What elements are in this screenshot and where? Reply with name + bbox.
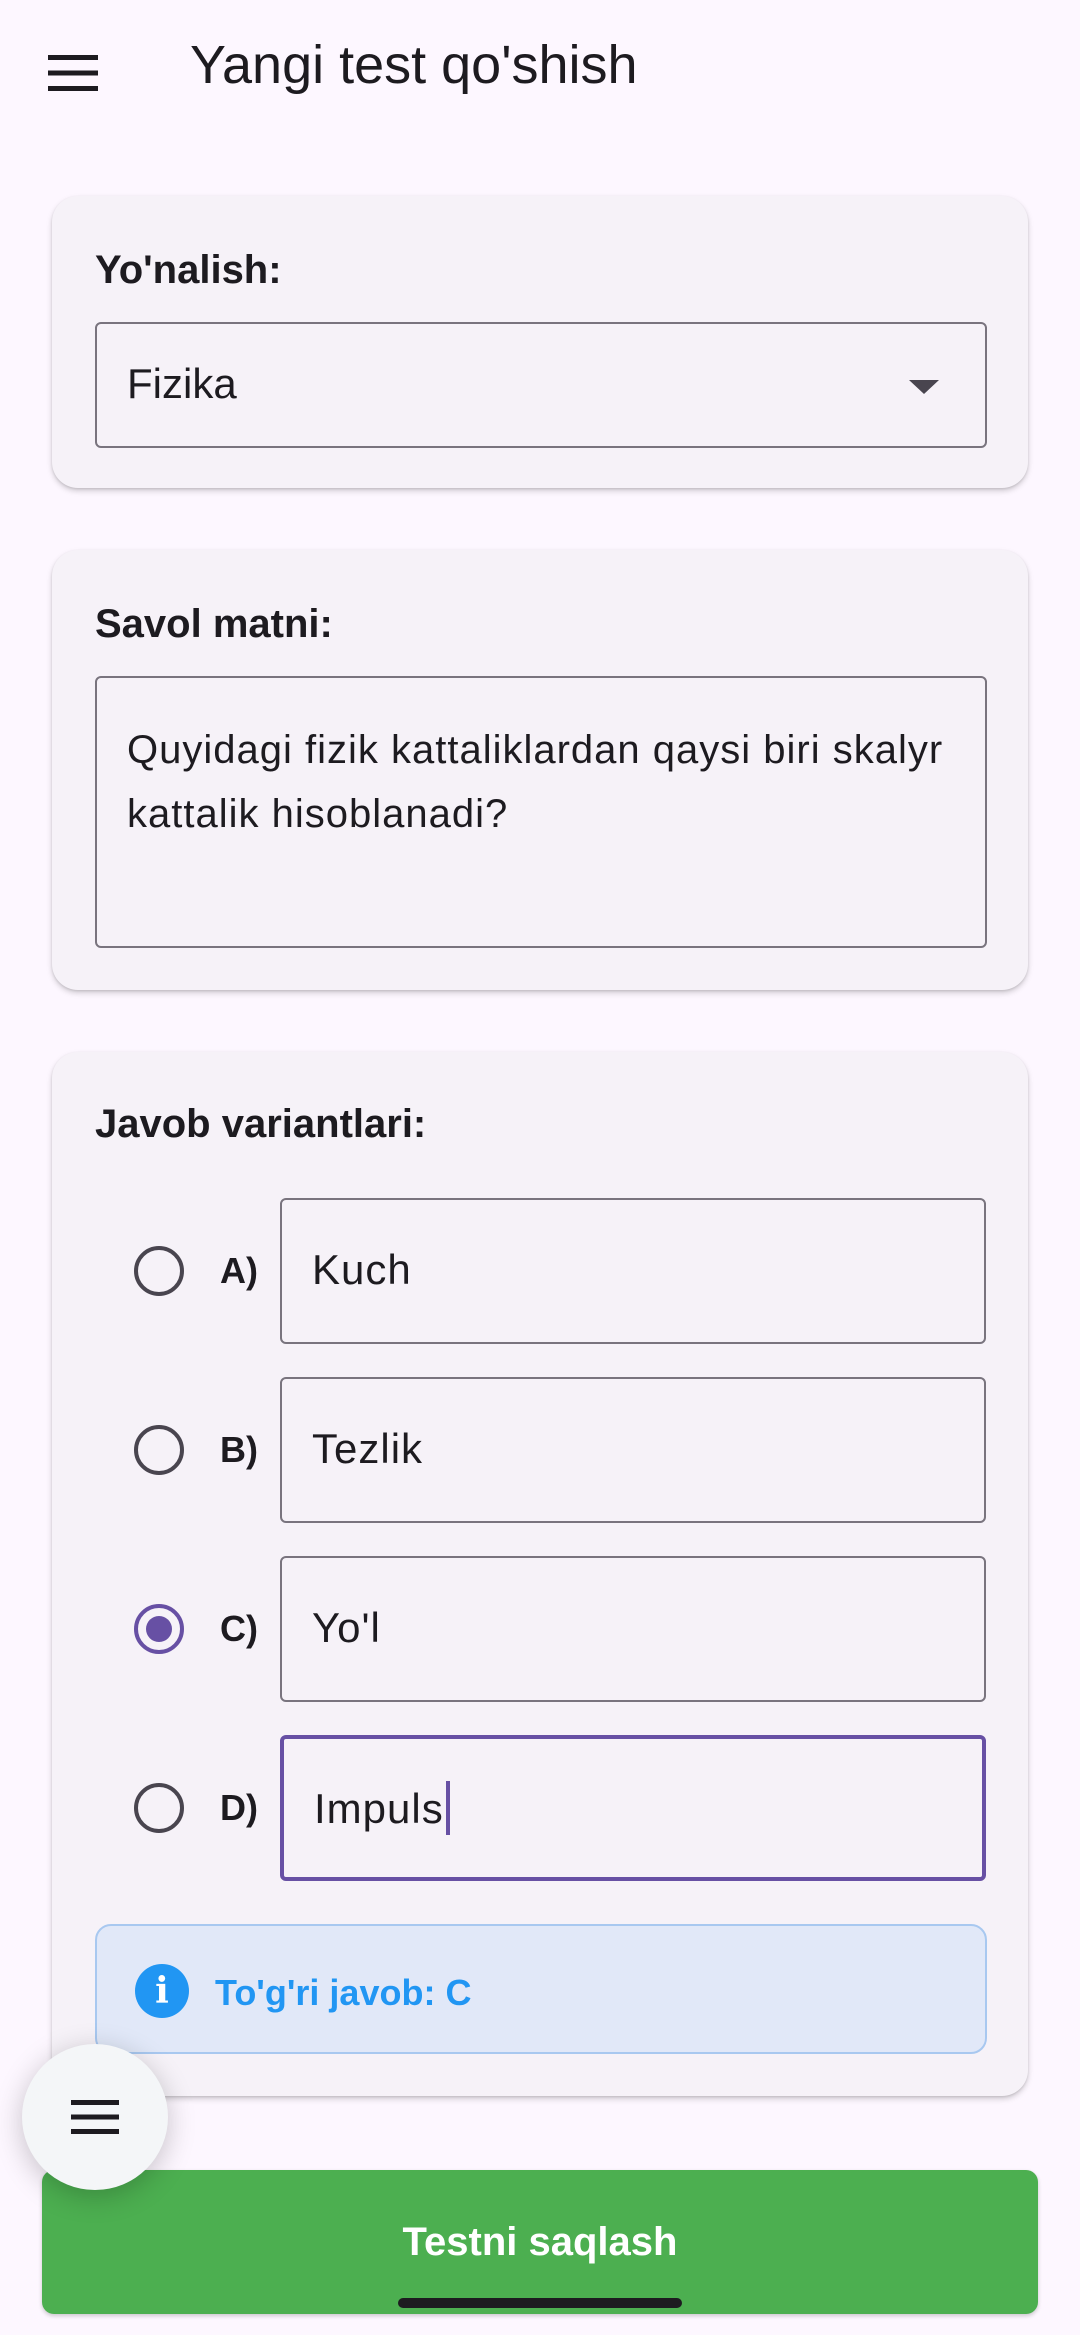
app-bar: Yangi test qo'shish [0, 0, 1080, 140]
option-c-radio[interactable] [134, 1604, 184, 1654]
save-button-label: Testni saqlash [402, 2219, 678, 2264]
direction-dropdown[interactable]: Fizika [95, 322, 987, 448]
menu-button[interactable] [40, 40, 106, 106]
direction-selected-value: Fizika [127, 360, 237, 407]
question-text: Quyidagi fizik kattaliklardan qaysi biri… [127, 728, 944, 836]
hamburger-menu-icon [71, 2100, 119, 2134]
correct-answer-info: i To'g'ri javob: C [95, 1924, 987, 2054]
option-a-radio[interactable] [134, 1246, 184, 1296]
direction-label: Yo'nalish: [95, 248, 282, 292]
info-icon: i [135, 1964, 189, 2018]
home-indicator[interactable] [398, 2298, 682, 2308]
option-row-d: D) Impuls [52, 1735, 1028, 1881]
question-card: Savol matni: Quyidagi fizik kattaliklard… [52, 550, 1028, 990]
answers-card: Javob variantlari: A) Kuch B) Tezlik C) … [52, 1052, 1028, 2096]
option-c-letter: C) [220, 1608, 258, 1649]
page-title: Yangi test qo'shish [190, 35, 638, 95]
option-d-value: Impuls [314, 1785, 444, 1832]
floating-menu-button[interactable] [22, 2044, 168, 2190]
correct-answer-text: To'g'ri javob: C [215, 1972, 472, 2013]
answers-label: Javob variantlari: [95, 1102, 427, 1146]
option-c-value: Yo'l [312, 1604, 381, 1651]
question-label: Savol matni: [95, 602, 333, 646]
option-row-b: B) Tezlik [52, 1377, 1028, 1523]
option-d-letter: D) [220, 1787, 258, 1828]
option-c-input[interactable]: Yo'l [280, 1556, 986, 1702]
option-d-input[interactable]: Impuls [280, 1735, 986, 1881]
option-d-radio[interactable] [134, 1783, 184, 1833]
option-b-radio[interactable] [134, 1425, 184, 1475]
option-row-c: C) Yo'l [52, 1556, 1028, 1702]
option-a-letter: A) [220, 1250, 258, 1291]
option-d-value-wrap: Impuls [314, 1780, 450, 1835]
option-b-value: Tezlik [312, 1425, 424, 1472]
question-textarea[interactable]: Quyidagi fizik kattaliklardan qaysi biri… [95, 676, 987, 948]
option-a-value: Kuch [312, 1246, 412, 1293]
option-b-input[interactable]: Tezlik [280, 1377, 986, 1523]
dropdown-arrow-icon [909, 380, 939, 394]
option-a-input[interactable]: Kuch [280, 1198, 986, 1344]
save-test-button[interactable]: Testni saqlash [42, 2170, 1038, 2314]
text-cursor [445, 1780, 450, 1835]
option-row-a: A) Kuch [52, 1198, 1028, 1344]
hamburger-menu-icon [48, 55, 98, 91]
direction-card: Yo'nalish: Fizika [52, 196, 1028, 488]
option-b-letter: B) [220, 1429, 258, 1470]
